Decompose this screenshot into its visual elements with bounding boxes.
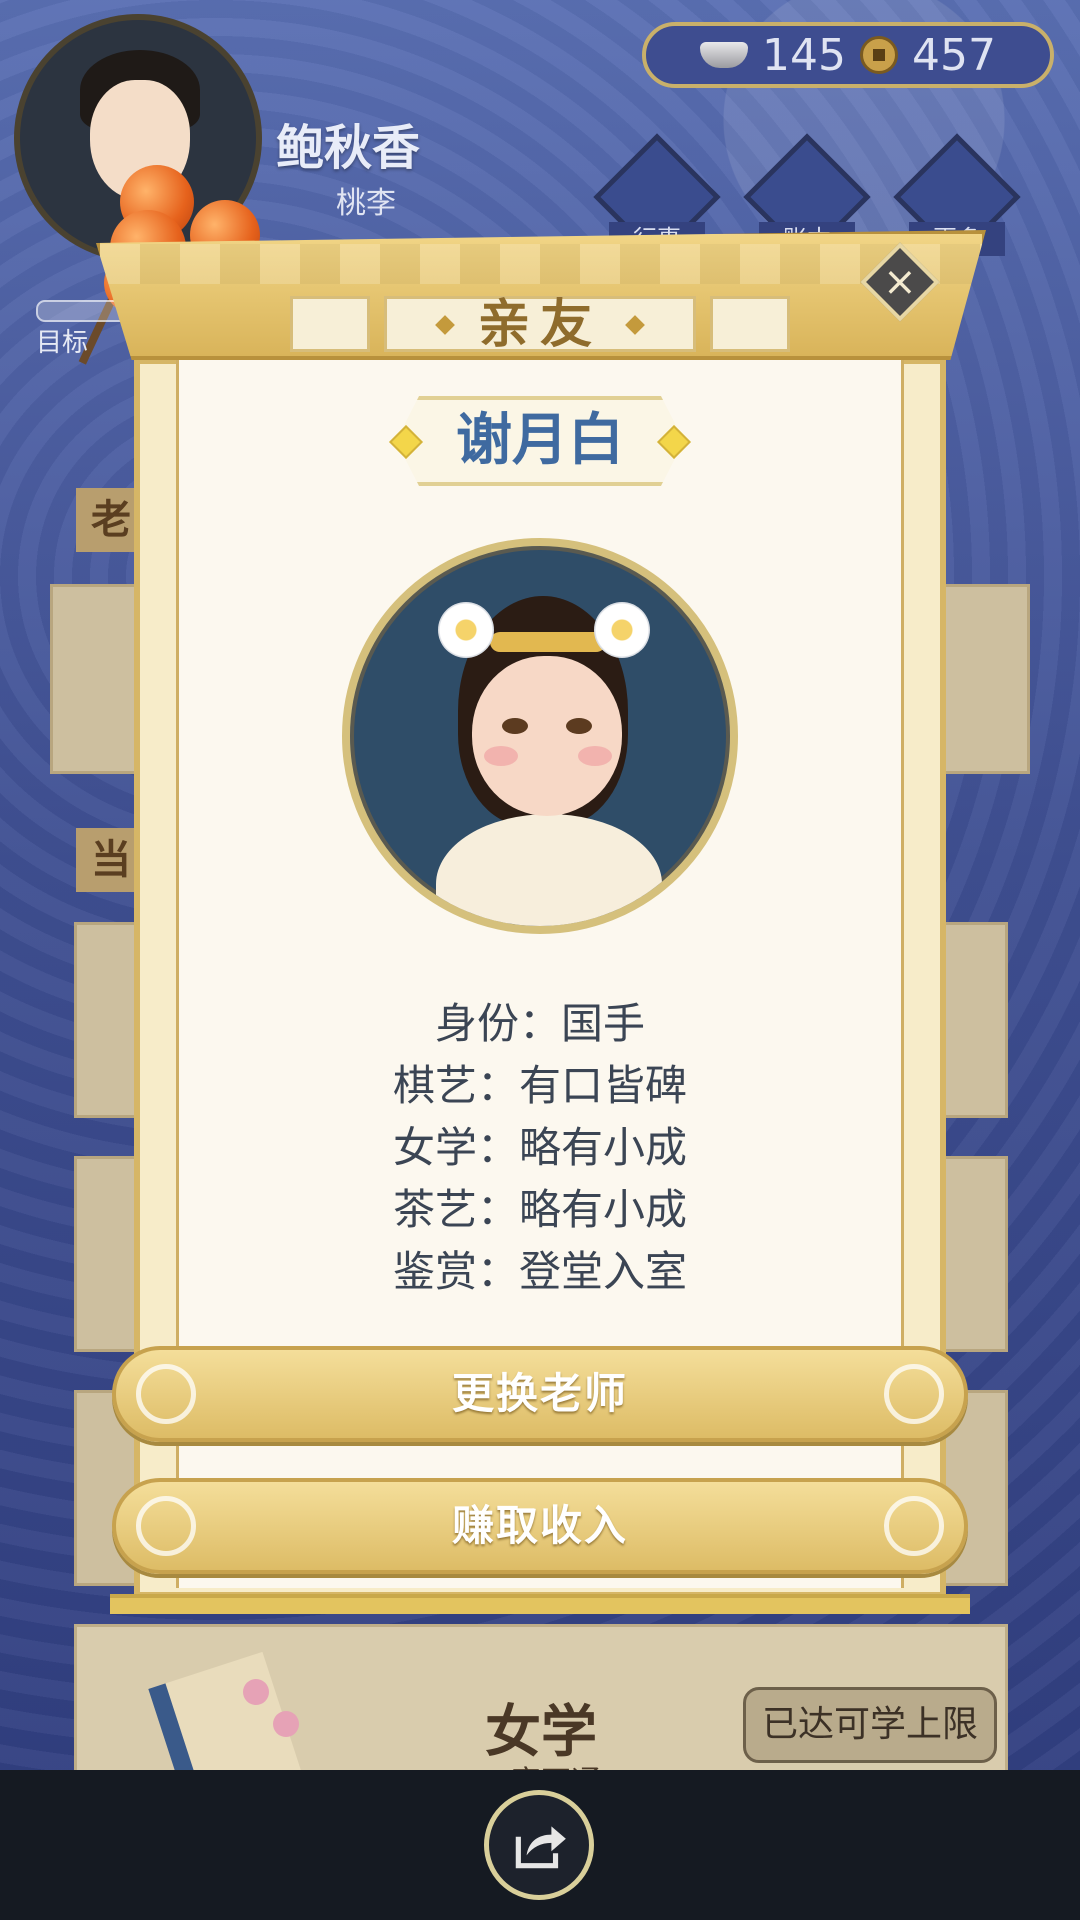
currency-panel: 145 457 [642, 22, 1054, 88]
portrait-eye [502, 718, 528, 734]
player-name: 鲍秋香 [276, 120, 421, 176]
silver-ingot-icon [700, 42, 749, 68]
portrait-body [436, 814, 662, 926]
change-teacher-button[interactable]: 更换老师 [112, 1346, 968, 1442]
portrait-face [472, 656, 622, 816]
copper-coin-icon [860, 36, 898, 74]
character-portrait [342, 538, 738, 934]
title-ornament-left [290, 296, 370, 352]
title-ornament-right [710, 296, 790, 352]
silver-amount: 145 [762, 29, 846, 81]
stat-identity: 身份：国手 [434, 999, 645, 1048]
stat-womens-learning: 女学：略有小成 [392, 1123, 687, 1172]
stat-tea: 茶艺：略有小成 [392, 1185, 687, 1234]
earn-income-label: 赚取收入 [451, 1501, 628, 1550]
stat-chess: 棋艺：有口皆碑 [392, 1061, 687, 1110]
player-subtitle: 桃李 [336, 186, 396, 221]
portrait-eye [566, 718, 592, 734]
flower-hairpin-icon [594, 602, 650, 658]
stat-appreciation: 鉴赏：登堂入室 [392, 1247, 687, 1296]
goal-label: 目标 [36, 328, 89, 358]
change-teacher-label: 更换老师 [451, 1369, 628, 1418]
earn-income-button[interactable]: 赚取收入 [112, 1478, 968, 1574]
modal-title: 亲友 [477, 295, 602, 355]
modal-bottom-rail [110, 1594, 970, 1614]
coin-amount: 457 [912, 29, 996, 81]
character-name: 谢月白 [456, 408, 624, 473]
close-icon: × [883, 258, 917, 305]
portrait-cheek [578, 746, 612, 766]
portrait-cheek [484, 746, 518, 766]
learning-limit-button[interactable]: 已达可学上限 [743, 1687, 997, 1763]
share-button[interactable] [484, 1790, 594, 1900]
hair-ornament [490, 632, 606, 652]
share-icon [515, 1826, 566, 1869]
flower-hairpin-icon [438, 602, 494, 658]
